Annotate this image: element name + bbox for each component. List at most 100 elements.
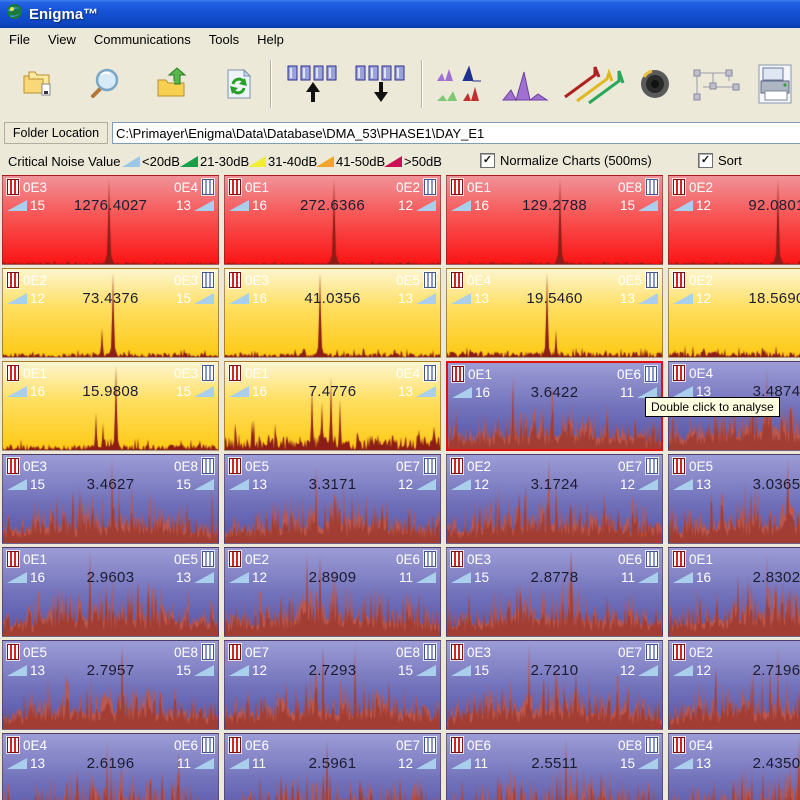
chart-tile[interactable]: 0E21292.0801 [668,175,800,265]
logger-a-label: 0E2 [7,272,47,288]
chart-tile[interactable]: 0E10E81615129.2788 [446,175,663,265]
normalize-charts-checkbox[interactable]: ✓ [480,153,495,168]
chart-tile[interactable]: 0E10E516132.9603 [2,547,219,637]
chart-tile[interactable]: 0E10E416137.4776 [224,361,441,451]
logger-a-label: 0E1 [229,365,269,381]
correlation-value: 2.5961 [225,755,440,772]
logger-b-label: 0E2 [396,179,436,195]
normalize-charts-option: ✓ Normalize Charts (500ms) [480,153,652,168]
logger-a-icon [673,644,685,660]
logger-b-icon [202,365,214,381]
logger-b-label: 0E6 [174,737,214,753]
chart-tile[interactable]: 0E5133.0365 [668,454,800,544]
logger-b-label: 0E6 [396,551,436,567]
loggers-download-button[interactable] [350,58,412,110]
chart-tile[interactable]: 0E10E21612272.6366 [224,175,441,265]
chart-tile[interactable]: 0E20E612112.8909 [224,547,441,637]
logger-b-label: 0E5 [174,551,214,567]
chart-tile[interactable]: 0E30E5161341.0356 [224,268,441,358]
chart-tile[interactable]: 0E30E415131276.4027 [2,175,219,265]
search-button[interactable] [80,58,128,110]
sound-playback-button[interactable] [632,58,678,110]
correlation-value: 1276.4027 [3,197,218,214]
view-single-chart-button[interactable] [498,58,554,110]
copy-folders-icon [18,64,58,104]
menu-file[interactable]: File [0,30,39,49]
chart-tile[interactable]: 0E10E3161515.9808 [2,361,219,451]
chart-tile[interactable]: 0E30E615112.8778 [446,547,663,637]
correlation-value: 92.0801 [669,197,800,214]
logger-b-icon [202,179,214,195]
network-layout-button[interactable] [686,58,744,110]
logger-b-icon [202,644,214,660]
logger-a-icon [452,366,464,382]
correlation-value: 2.5511 [447,755,662,772]
chart-tile[interactable]: 0E30E815153.4627 [2,454,219,544]
logger-a-icon [229,272,241,288]
waterfall-charts-icon [561,63,625,105]
logger-b-icon [424,737,436,753]
correlation-value: 272.6366 [225,197,440,214]
logger-b-icon [202,737,214,753]
logger-a-label: 0E1 [452,366,492,382]
logger-b-icon [646,644,658,660]
logger-a-label: 0E3 [7,179,47,195]
chart-tile[interactable]: 0E21218.5690 [668,268,800,358]
logger-b-icon [424,458,436,474]
menu-help[interactable]: Help [248,30,293,49]
network-layout-icon [689,63,741,105]
folder-location-label: Folder Location [4,122,108,144]
chart-tile[interactable]: 0E40E5131319.5460 [446,268,663,358]
chart-tile[interactable]: 0E50E713123.3171 [224,454,441,544]
legend-item-21-30: 21-30dB [180,154,249,169]
folder-path-input[interactable] [112,122,800,144]
logger-a-icon [7,644,19,660]
chart-tile[interactable]: 0E60E811152.5511 [446,733,663,800]
sort-checkbox[interactable]: ✓ [698,153,713,168]
logger-a-icon [451,458,463,474]
legend-item-lt20: <20dB [122,154,180,169]
chart-tile[interactable]: 0E10E616113.6422 [446,361,663,451]
correlation-value: 19.5460 [447,290,662,307]
loggers-download-icon [352,62,410,106]
toolbar [0,50,800,119]
view-all-charts-button[interactable] [432,58,490,110]
export-folder-icon [152,64,192,104]
chart-tile[interactable]: 0E1162.8302 [668,547,800,637]
logger-b-icon [646,179,658,195]
menu-communications[interactable]: Communications [85,30,200,49]
logger-a-icon [229,551,241,567]
logger-b-icon [424,644,436,660]
logger-b-label: 0E8 [396,644,436,660]
correlation-value: 2.8778 [447,569,662,586]
chart-tile[interactable]: 0E2122.7196 [668,640,800,730]
logger-a-label: 0E2 [673,179,713,195]
menu-tools[interactable]: Tools [200,30,248,49]
chart-tile[interactable]: 0E20E712123.1724 [446,454,663,544]
chart-tile[interactable]: 0E20E3121573.4376 [2,268,219,358]
export-folder-button[interactable] [148,58,196,110]
noise-level-triangle-icon [180,156,198,167]
logger-a-icon [673,551,685,567]
logger-b-icon [424,551,436,567]
correlation-value: 2.9603 [3,569,218,586]
chart-tile[interactable]: 0E4132.4350 [668,733,800,800]
print-button[interactable] [752,58,798,110]
chart-tile[interactable]: 0E50E813152.7957 [2,640,219,730]
logger-b-icon [202,551,214,567]
chart-tile[interactable]: 0E30E715122.7210 [446,640,663,730]
correlation-value: 2.6196 [3,755,218,772]
waterfall-charts-button[interactable] [558,58,628,110]
chart-tile[interactable]: 0E40E613112.6196 [2,733,219,800]
correlation-value: 2.8302 [669,569,800,586]
chart-tile[interactable]: 0E60E711122.5961 [224,733,441,800]
logger-a-label: 0E4 [451,272,491,288]
refresh-button[interactable] [214,58,262,110]
chart-tile[interactable]: 0E70E812152.7293 [224,640,441,730]
logger-b-label: 0E8 [618,179,658,195]
menu-view[interactable]: View [39,30,85,49]
logger-b-label: 0E4 [174,179,214,195]
logger-b-icon [424,179,436,195]
loggers-upload-button[interactable] [282,58,344,110]
copy-folders-button[interactable] [14,58,62,110]
